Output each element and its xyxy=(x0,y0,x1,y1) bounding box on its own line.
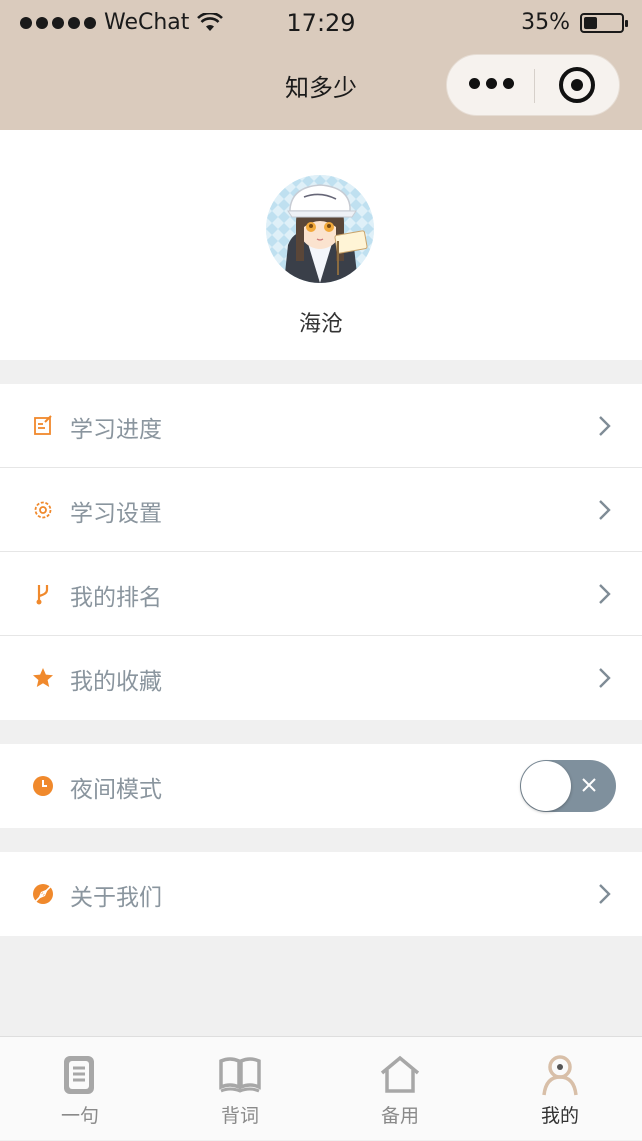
about-label: 关于我们 xyxy=(70,885,162,911)
chevron-right-icon xyxy=(599,500,611,520)
avatar-image xyxy=(266,175,374,283)
target-circle-icon[interactable] xyxy=(559,67,595,103)
branch-icon xyxy=(36,585,49,605)
username: 海沧 xyxy=(298,312,343,337)
about-group: 关于我们 xyxy=(0,852,642,936)
night-mode-toggle[interactable] xyxy=(520,760,616,812)
tab-label: 我的 xyxy=(540,1105,579,1127)
profile-section: 海沧 xyxy=(0,130,642,360)
menu-item-label: 学习进度 xyxy=(70,417,162,443)
menu-item-my-favorites[interactable]: 我的收藏 xyxy=(0,636,642,720)
night-mode-group: 夜间模式 xyxy=(0,744,642,828)
toggle-knob xyxy=(521,761,571,811)
menu-item-about-us[interactable]: 关于我们 xyxy=(0,852,642,936)
tab-label: 背词 xyxy=(220,1105,259,1127)
tab-mine[interactable]: 我的 xyxy=(480,1037,640,1141)
menu-item-label: 我的收藏 xyxy=(70,669,162,695)
status-bar: WeChat 17:29 35% xyxy=(0,0,642,44)
menu-item-study-progress[interactable]: 学习进度 xyxy=(0,384,642,468)
chevron-right-icon xyxy=(599,416,611,436)
tab-sentence[interactable]: 一句 xyxy=(0,1037,160,1141)
person-icon xyxy=(542,1055,578,1096)
tab-label: 备用 xyxy=(380,1105,419,1127)
battery-icon xyxy=(580,12,628,33)
more-dots-icon[interactable] xyxy=(469,78,514,89)
miniprogram-capsule xyxy=(446,54,620,116)
battery-area: 35% xyxy=(521,10,628,35)
star-icon xyxy=(33,668,53,687)
tab-bar: 一句 背词 备用 我的 xyxy=(0,1036,642,1140)
night-mode-row: 夜间模式 xyxy=(0,744,642,828)
tab-label: 一句 xyxy=(60,1105,99,1127)
clock-icon xyxy=(33,776,53,796)
compass-icon xyxy=(33,884,53,904)
chevron-right-icon xyxy=(599,668,611,688)
document-icon xyxy=(64,1056,94,1094)
edit-note-icon xyxy=(34,415,52,435)
tab-spare[interactable]: 备用 xyxy=(320,1037,480,1141)
book-icon xyxy=(219,1057,261,1093)
tab-vocabulary[interactable]: 背词 xyxy=(160,1037,320,1141)
navigation-bar: 知多少 xyxy=(0,44,642,130)
menu-group: 学习进度 学习设置 我的排名 我的收藏 xyxy=(0,384,642,720)
menu-item-label: 我的排名 xyxy=(70,585,162,611)
gear-icon xyxy=(34,501,52,519)
menu-item-label: 学习设置 xyxy=(70,501,162,527)
chevron-right-icon xyxy=(599,884,611,904)
menu-item-study-settings[interactable]: 学习设置 xyxy=(0,468,642,552)
chevron-right-icon xyxy=(599,584,611,604)
close-icon xyxy=(582,778,596,792)
menu-item-my-ranking[interactable]: 我的排名 xyxy=(0,552,642,636)
avatar[interactable] xyxy=(266,175,374,283)
night-mode-label: 夜间模式 xyxy=(70,777,162,803)
home-icon xyxy=(380,1055,420,1093)
battery-percent: 35% xyxy=(521,10,570,35)
capsule-divider xyxy=(534,69,535,103)
